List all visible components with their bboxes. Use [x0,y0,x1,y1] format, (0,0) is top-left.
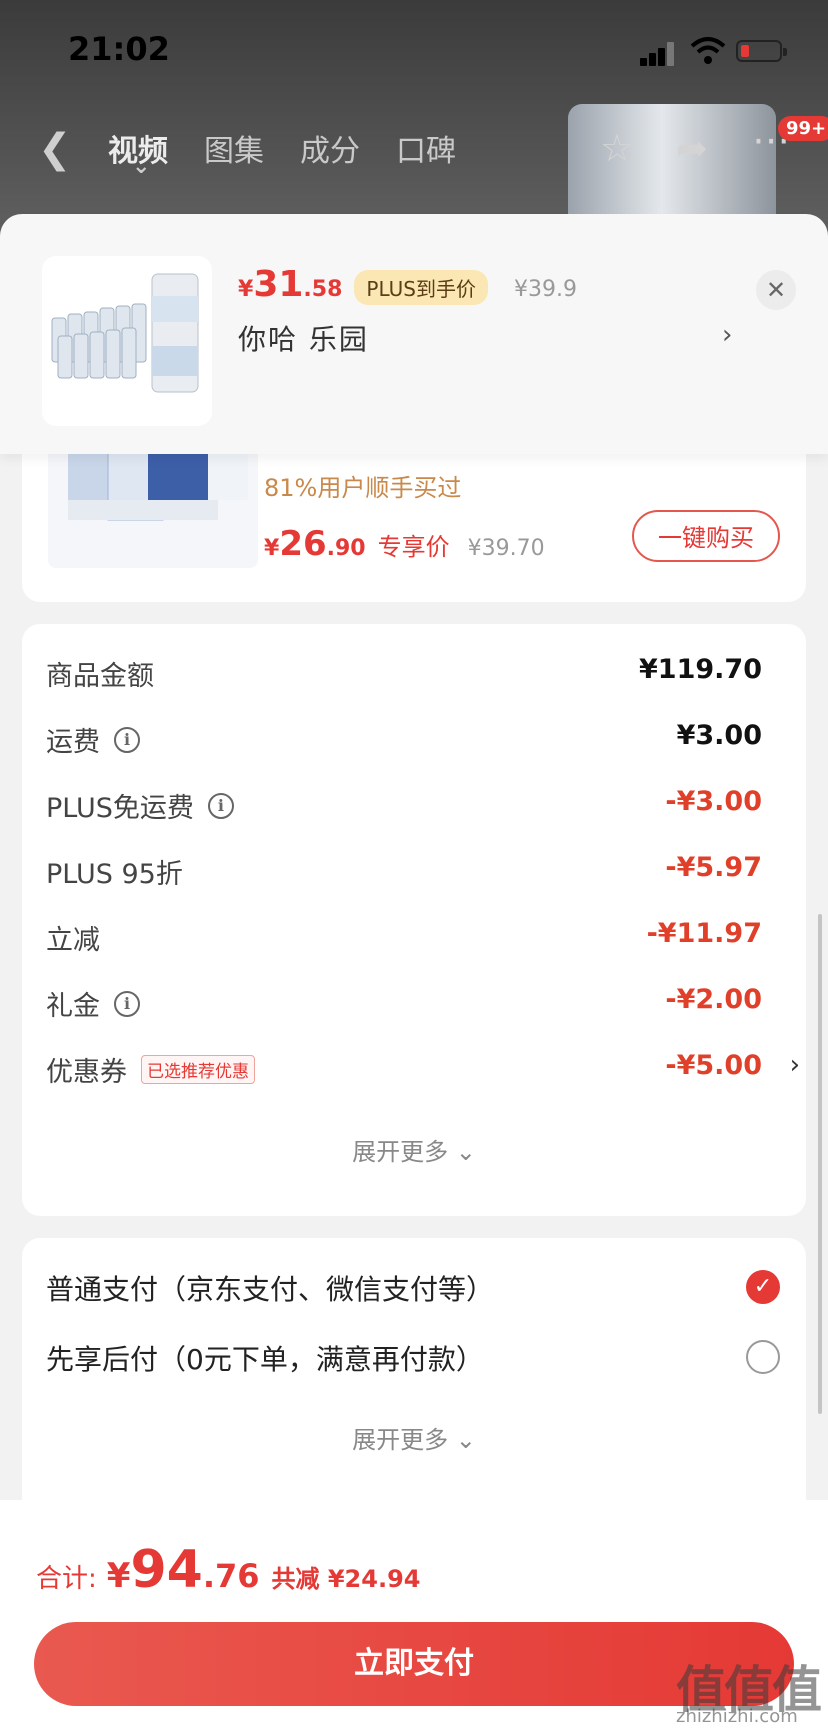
star-icon[interactable]: ☆ [600,126,634,170]
original-price: ¥39.9 [513,277,577,302]
bought-together-text: 81%用户顺手买过 [264,474,462,502]
amount-details-card: 商品金额 ¥119.70 运费 i ¥3.00 PLUS免运费 i -¥3.00 P… [22,624,806,1216]
amount-label: PLUS 95折 [46,859,183,890]
amount-label: 商品金额 [46,661,154,692]
back-icon[interactable]: ❮ [38,126,72,172]
amount-label: 优惠券 [46,1057,127,1088]
payment-option[interactable]: 普通支付（京东支付、微信支付等） [46,1268,494,1308]
expand-more-button[interactable]: 展开更多 ⌄ [22,1420,806,1455]
product-price: ¥31.58 [238,264,343,305]
amount-label: 礼金 [46,991,100,1022]
product-thumbnail [42,256,212,426]
amount-row: 运费 i ¥3.00 [46,720,762,760]
top-tabs: 视频 图集 成分 口碑 [108,126,456,179]
info-icon[interactable]: i [207,792,234,819]
expand-more-button[interactable]: 展开更多 ⌄ [22,1132,806,1167]
water-cans-image [51,273,199,393]
amount-value: -¥5.00 [665,1050,762,1081]
signal-icon [640,42,676,66]
amount-row: 商品金额 ¥119.70 [46,654,762,694]
close-icon[interactable]: ✕ [756,270,796,310]
recommend-price-row: ¥26.90 专享价 ¥39.70 [264,524,545,564]
coupon-selected-tag: 已选推荐优惠 [141,1055,255,1084]
plus-price-tag: PLUS到手价 [354,270,488,305]
info-icon[interactable]: i [114,990,140,1017]
radio-selected-icon[interactable]: ✓ [746,1270,780,1304]
chevron-right-icon[interactable]: › [722,320,732,350]
amount-value: ¥119.70 [639,654,762,685]
share-icon[interactable]: ➦ [676,126,708,170]
cart-badge: 99+ [778,116,828,141]
info-icon[interactable]: i [114,726,140,753]
chevron-down-icon: ⌄ [455,1138,476,1166]
chevron-down-icon: ⌄ [455,1426,476,1454]
amount-value: -¥5.97 [665,852,762,883]
chevron-right-icon[interactable]: › [790,1050,800,1080]
total-amount: 94 [130,1540,203,1600]
tab-ingredients[interactable]: 成分 [300,126,360,170]
coupon-row[interactable]: 优惠券 已选推荐优惠 -¥5.00 › [46,1050,800,1090]
one-click-buy-button[interactable]: 一键购买 [632,510,780,562]
total-label: 合计: [36,1564,97,1594]
total-savings: 共减 ¥24.94 [271,1565,421,1593]
amount-value: -¥3.00 [665,786,762,817]
scrollbar[interactable] [818,914,822,1414]
amount-label: 运费 [46,727,100,758]
amount-row: PLUS免运费 i -¥3.00 [46,786,762,826]
amount-value: ¥3.00 [676,720,762,751]
checkout-bar: 合计: ¥94.76 共减 ¥24.94 立即支付 值值值 zhizhizhi.… [0,1500,828,1734]
amount-row: PLUS 95折 -¥5.97 [46,852,762,892]
tab-video[interactable]: 视频 [108,126,168,179]
recommend-original-price: ¥39.70 [467,536,545,561]
amount-row: 立减 -¥11.97 [46,918,762,958]
variant-selector[interactable]: 你哈 乐园 [238,318,369,358]
total-row: 合计: ¥94.76 共减 ¥24.94 [36,1540,421,1600]
tab-reviews[interactable]: 口碑 [396,126,456,170]
wifi-icon [690,37,726,64]
tab-gallery[interactable]: 图集 [204,126,264,170]
amount-row: 礼金 i -¥2.00 [46,984,762,1024]
amount-label: PLUS免运费 [46,793,194,824]
amount-label: 立减 [46,925,100,956]
radio-unselected-icon[interactable] [746,1340,780,1374]
payment-option[interactable]: 先享后付（0元下单，满意再付款） [46,1338,484,1378]
product-price-row: ¥31.58 PLUS到手价 ¥39.9 [238,264,577,305]
watermark-site: zhizhizhi.com [676,1706,798,1727]
status-time: 21:02 [68,30,170,68]
exclusive-price-label: 专享价 [377,533,450,561]
status-bar: 21:02 [0,0,828,100]
payment-method-card: 普通支付（京东支付、微信支付等） ✓ 先享后付（0元下单，满意再付款） 展开更多… [22,1238,806,1518]
amount-value: -¥11.97 [646,918,762,949]
amount-value: -¥2.00 [665,984,762,1015]
product-header: ¥31.58 PLUS到手价 ¥39.9 你哈 乐园 › [0,214,828,454]
battery-icon [736,40,787,62]
